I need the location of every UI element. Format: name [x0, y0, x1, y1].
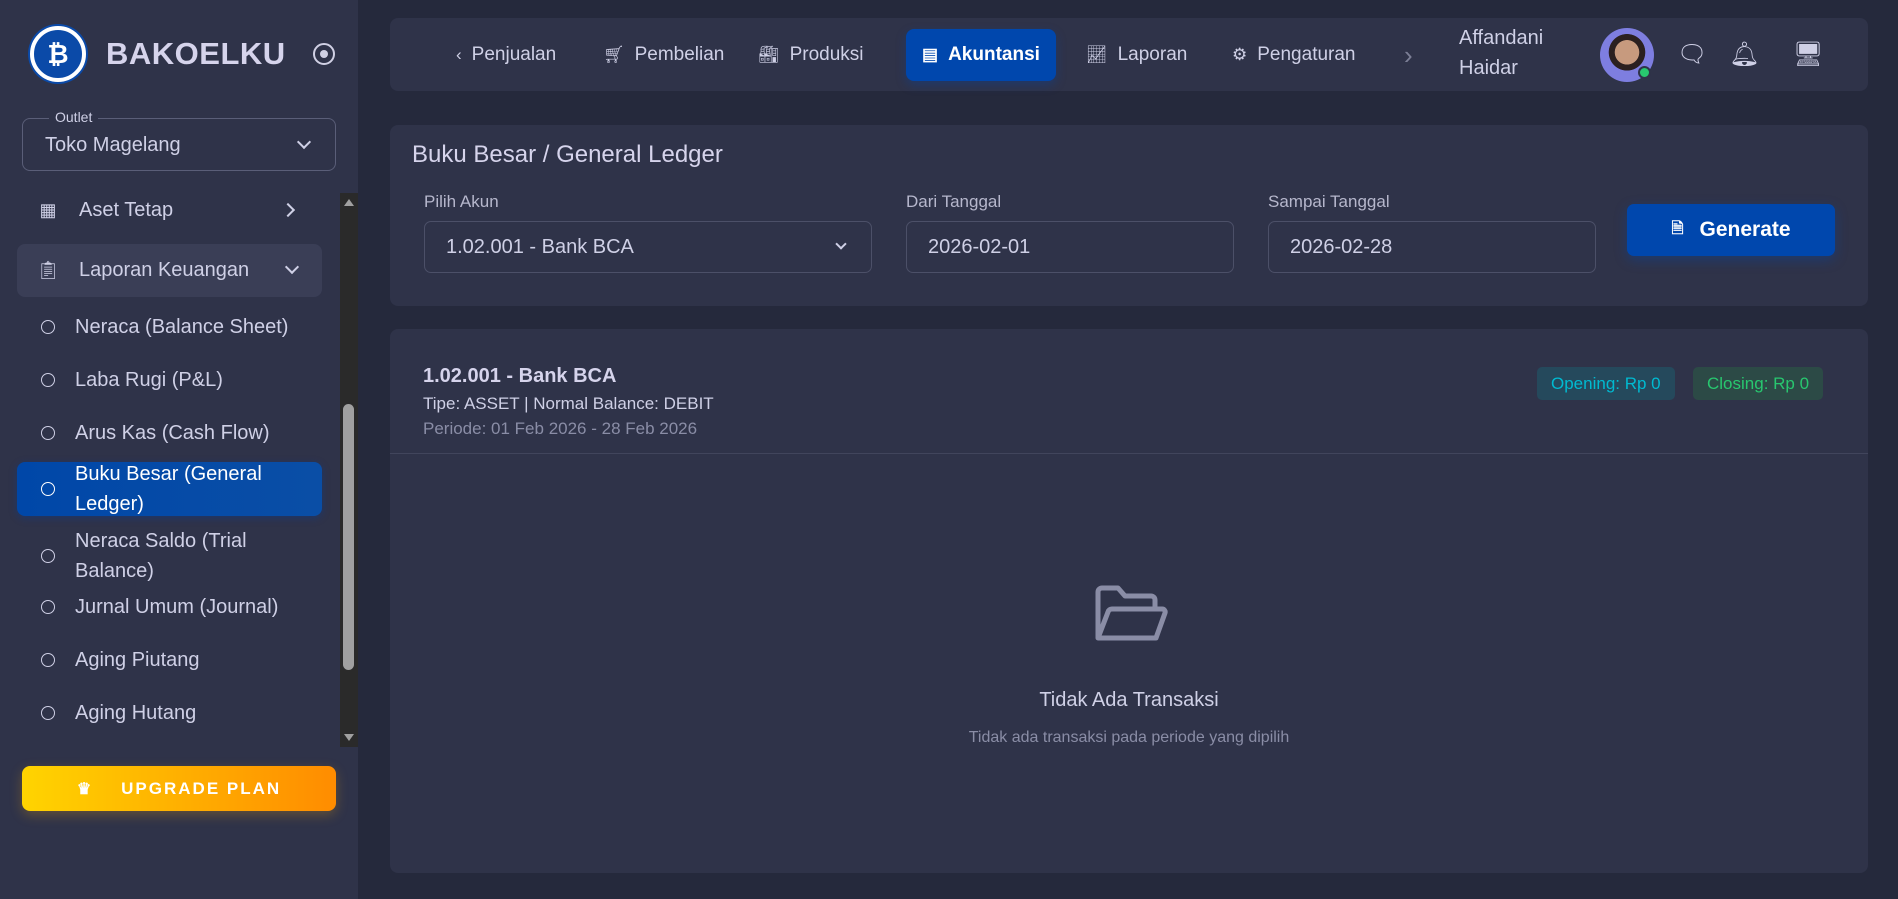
tab-pembelian[interactable]: 🛒︎ Pembelian: [587, 29, 740, 81]
upgrade-label: UPGRADE PLAN: [121, 778, 282, 798]
sidebar-item-label: Aset Tetap: [79, 198, 174, 221]
sub-label: Jurnal Umum (Journal): [75, 596, 279, 618]
monitor-chart-icon[interactable]: 🖥︎: [1793, 40, 1823, 69]
circle-icon: [41, 320, 55, 334]
sub-label: Neraca (Balance Sheet): [75, 316, 289, 338]
sub-label: Aging Hutang: [75, 702, 197, 724]
building-icon: ▦: [39, 199, 57, 220]
file-report-icon: 🗎: [1671, 219, 1684, 237]
sidebar-item-aset-tetap[interactable]: ▦ Aset Tetap: [17, 185, 322, 235]
account-value: 1.02.001 - Bank BCA: [446, 236, 634, 258]
nav-next-chevron-icon[interactable]: ›: [1388, 29, 1429, 81]
bitcoin-logo-icon: ₿: [30, 26, 86, 82]
page-title: Buku Besar / General Ledger: [412, 141, 723, 168]
tab-akuntansi[interactable]: ▤ Akuntansi: [906, 29, 1056, 81]
to-date-label: Sampai Tanggal: [1268, 192, 1390, 211]
tab-label: Pengaturan: [1257, 44, 1356, 65]
sidebar-item-label: Laporan Keuangan: [79, 259, 250, 281]
account-select[interactable]: 1.02.001 - Bank BCA: [424, 221, 872, 273]
circle-icon: [41, 373, 55, 387]
empty-state-title: Tidak Ada Transaksi: [1039, 689, 1219, 711]
period: Periode: 01 Feb 2026 - 28 Feb 2026: [423, 419, 698, 438]
circle-icon: [41, 600, 55, 614]
outlet-value: Toko Magelang: [45, 134, 181, 156]
tab-penjualan[interactable]: ‹ Penjualan: [440, 29, 572, 81]
top-navbar: ‹ Penjualan 🛒︎ Pembelian 🏭︎ Produksi ▤ Akunt…: [390, 18, 1868, 91]
cart-icon: 🛒︎: [603, 45, 625, 64]
from-date-input[interactable]: 2026-02-01: [906, 221, 1234, 273]
sidebar-scrollbar[interactable]: [340, 193, 358, 747]
opening-balance-badge: Opening: Rp 0: [1537, 367, 1675, 400]
sidebar-sub-buku-besar[interactable]: Buku Besar (General Ledger): [17, 462, 322, 516]
chat-icon[interactable]: 🗨︎: [1677, 40, 1707, 69]
outlet-label: Outlet: [49, 109, 99, 125]
tab-label: Pembelian: [634, 44, 725, 65]
filter-card: Buku Besar / General Ledger Pilih Akun 1…: [390, 125, 1868, 306]
pin-sidebar-icon[interactable]: [313, 43, 335, 65]
circle-icon: [41, 706, 55, 720]
generate-label: Generate: [1699, 218, 1791, 241]
chart-icon: 📈︎: [1086, 45, 1108, 64]
online-status-dot: [1638, 66, 1651, 79]
factory-icon: 🏭︎: [758, 45, 780, 64]
closing-balance-badge: Closing: Rp 0: [1693, 367, 1824, 400]
account-label: Pilih Akun: [424, 192, 499, 211]
circle-icon: [41, 426, 55, 440]
outlet-select[interactable]: Outlet Toko Magelang: [22, 109, 336, 171]
sidebar-sub-arus-kas[interactable]: Arus Kas (Cash Flow): [17, 413, 322, 453]
calculator-icon: ▤: [922, 45, 939, 64]
sub-label: Laba Rugi (P&L): [75, 369, 223, 391]
tab-label: Produksi: [789, 44, 864, 65]
tab-produksi[interactable]: 🏭︎ Produksi: [742, 29, 880, 81]
sub-label: Arus Kas (Cash Flow): [75, 422, 270, 444]
divider: [390, 453, 1868, 454]
circle-icon: [41, 653, 55, 667]
user-name[interactable]: Affandani Haidar: [1459, 23, 1543, 83]
sidebar-sub-jurnal-umum[interactable]: Jurnal Umum (Journal): [17, 587, 322, 627]
account-title: 1.02.001 - Bank BCA: [423, 365, 617, 387]
bell-icon[interactable]: 🔔︎: [1729, 40, 1759, 69]
ledger-result-card: 1.02.001 - Bank BCA Tipe: ASSET | Normal…: [390, 329, 1868, 873]
sidebar-sub-laba-rugi[interactable]: Laba Rugi (P&L): [17, 360, 322, 400]
sidebar-item-laporan-keuangan[interactable]: 📋︎ Laporan Keuangan: [17, 244, 322, 297]
folder-open-icon: [1095, 585, 1168, 641]
tab-pengaturan[interactable]: ⚙ Pengaturan: [1216, 29, 1372, 81]
sub-label: Aging Piutang: [75, 649, 200, 671]
scrollbar-thumb[interactable]: [343, 404, 354, 670]
tab-laporan[interactable]: 📈︎ Laporan: [1070, 29, 1203, 81]
sidebar: ₿ BAKOELKU Outlet Toko Magelang ▦ Aset T…: [0, 0, 358, 899]
circle-icon: [41, 549, 55, 563]
empty-state-subtitle: Tidak ada transaksi pada periode yang di…: [968, 729, 1290, 746]
sidebar-sub-neraca-saldo[interactable]: Neraca Saldo (Trial Balance): [17, 524, 322, 588]
tab-label: Laporan: [1117, 44, 1188, 65]
chevron-down-icon: [284, 259, 300, 275]
brand-name: BAKOELKU: [106, 36, 286, 71]
crown-icon: ♛: [76, 780, 94, 798]
sidebar-sub-aging-hutang[interactable]: Aging Hutang: [17, 693, 322, 733]
chevron-down-icon: [296, 134, 312, 150]
tab-label: Akuntansi: [948, 44, 1040, 65]
sidebar-sub-neraca[interactable]: Neraca (Balance Sheet): [17, 307, 322, 347]
sub-label: Neraca Saldo (Trial Balance): [75, 530, 247, 582]
gear-icon: ⚙: [1232, 45, 1248, 64]
user-first-name: Affandani: [1459, 27, 1544, 49]
from-date-label: Dari Tanggal: [906, 192, 1002, 211]
clipboard-report-icon: 📋︎: [36, 260, 60, 280]
chevron-left-icon: ‹: [456, 45, 462, 64]
upgrade-plan-button[interactable]: ♛ UPGRADE PLAN: [22, 766, 336, 811]
sub-label: Buku Besar (General Ledger): [75, 463, 262, 515]
scroll-down-arrow-icon[interactable]: [344, 734, 354, 741]
user-last-name: Haidar: [1459, 57, 1518, 79]
scroll-up-arrow-icon[interactable]: [344, 199, 354, 206]
tab-label: Penjualan: [471, 44, 557, 65]
sidebar-sub-aging-piutang[interactable]: Aging Piutang: [17, 640, 322, 680]
chevron-right-icon: [280, 202, 296, 218]
chevron-down-icon: [835, 238, 847, 250]
to-date-input[interactable]: 2026-02-28: [1268, 221, 1596, 273]
circle-icon: [41, 482, 55, 496]
account-type: Tipe: ASSET | Normal Balance: DEBIT: [423, 394, 714, 413]
generate-button[interactable]: 🗎 Generate: [1627, 204, 1835, 256]
